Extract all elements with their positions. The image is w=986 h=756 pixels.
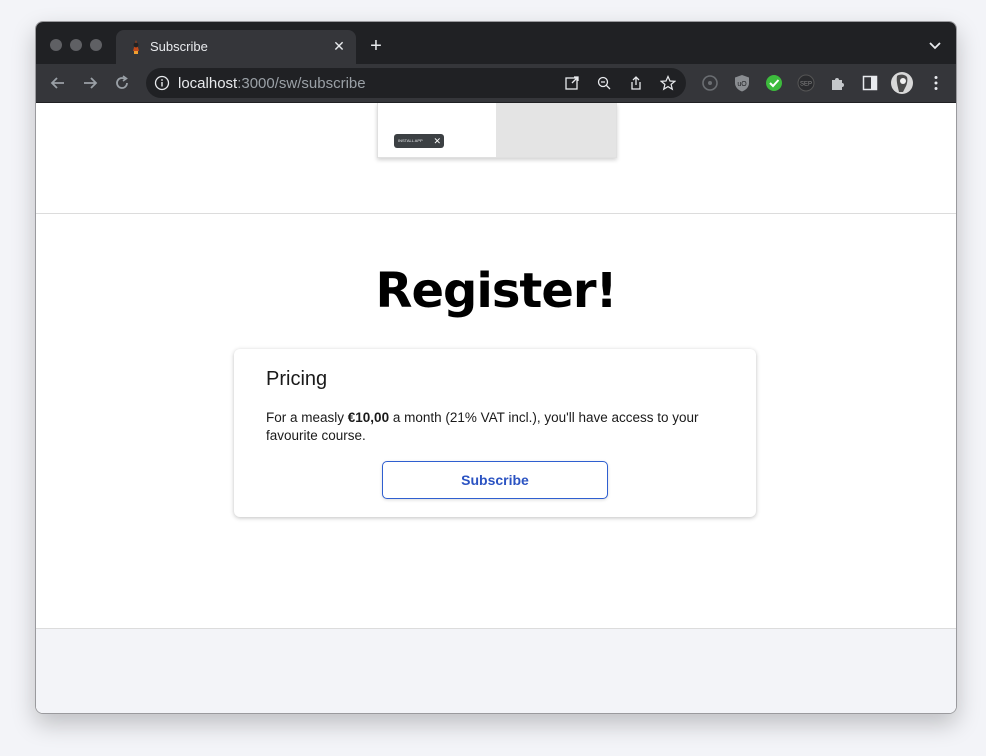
browser-toolbar: localhost:3000/sw/subscribe uO SEP bbox=[36, 64, 956, 103]
pricing-title: Pricing bbox=[266, 368, 328, 390]
tab-close-icon[interactable]: ✕ bbox=[330, 37, 348, 55]
browser-window: Subscribe ✕ + localhost:3000/sw/subscrib… bbox=[35, 21, 957, 714]
tab-subscribe[interactable]: Subscribe ✕ bbox=[116, 30, 356, 64]
share-icon[interactable] bbox=[628, 75, 644, 91]
reload-icon[interactable] bbox=[112, 73, 132, 93]
pricing-description: For a measly €10,00 a month (21% VAT inc… bbox=[266, 409, 736, 445]
tab-strip: Subscribe ✕ + bbox=[36, 22, 956, 64]
more-menu-icon[interactable] bbox=[926, 73, 946, 93]
close-window-button[interactable] bbox=[50, 39, 62, 51]
back-arrow-icon[interactable] bbox=[48, 73, 68, 93]
extensions-puzzle-icon[interactable] bbox=[828, 73, 848, 93]
preview-gray-area bbox=[496, 103, 616, 157]
tab-title: Subscribe bbox=[150, 39, 208, 54]
forward-arrow-icon[interactable] bbox=[80, 73, 100, 93]
bookmark-star-icon[interactable] bbox=[660, 75, 676, 91]
zoom-out-icon[interactable] bbox=[596, 75, 612, 91]
extension-target-icon[interactable] bbox=[700, 73, 720, 93]
install-app-label: INSTALL APP bbox=[398, 138, 423, 143]
page-footer bbox=[36, 628, 956, 713]
price-value: €10,00 bbox=[347, 410, 390, 425]
subscribe-button[interactable]: Subscribe bbox=[382, 461, 608, 499]
site-favicon-icon bbox=[133, 40, 139, 54]
maximize-window-button[interactable] bbox=[90, 39, 102, 51]
address-bar[interactable]: localhost:3000/sw/subscribe bbox=[146, 68, 686, 98]
app-screenshot-preview: INSTALL APP ✕ bbox=[377, 103, 617, 158]
svg-text:uO: uO bbox=[737, 81, 747, 88]
pricing-text-before: For a measly bbox=[266, 410, 348, 425]
minimize-window-button[interactable] bbox=[70, 39, 82, 51]
install-app-chip: INSTALL APP ✕ bbox=[394, 134, 444, 148]
new-tab-button[interactable]: + bbox=[366, 36, 386, 57]
profile-avatar-icon[interactable] bbox=[890, 71, 914, 95]
install-app-close-icon: ✕ bbox=[433, 136, 441, 146]
page-content: INSTALL APP ✕ Register! Pricing For a me… bbox=[36, 103, 956, 713]
url-text: localhost:3000/sw/subscribe bbox=[178, 75, 366, 92]
page-title: Register! bbox=[375, 263, 618, 319]
site-info-icon[interactable] bbox=[154, 75, 170, 91]
url-path: :3000/sw/subscribe bbox=[237, 75, 366, 92]
ublock-shield-icon[interactable]: uO bbox=[732, 73, 752, 93]
tab-search-chevron-down-icon[interactable] bbox=[928, 38, 942, 52]
dark-extension-icon[interactable]: SEP bbox=[796, 73, 816, 93]
url-host: localhost bbox=[178, 75, 238, 92]
section-divider bbox=[36, 213, 956, 214]
open-in-app-icon[interactable] bbox=[564, 75, 580, 91]
side-panel-icon[interactable] bbox=[860, 73, 880, 93]
pricing-card: Pricing For a measly €10,00 a month (21%… bbox=[234, 349, 756, 517]
svg-text:SEP: SEP bbox=[800, 82, 812, 88]
green-check-extension-icon[interactable] bbox=[764, 73, 784, 93]
